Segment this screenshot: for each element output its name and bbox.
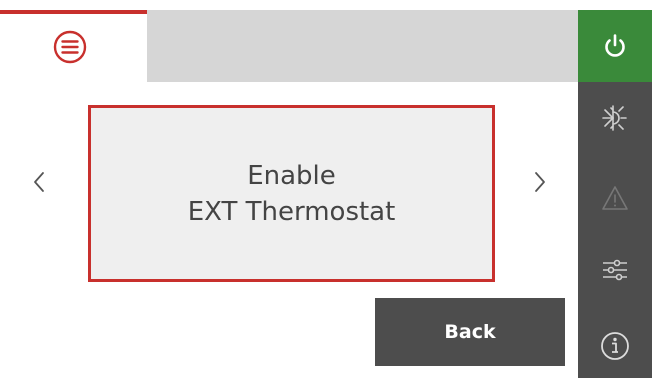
snowflake-sun-icon [602, 105, 627, 131]
sliders-icon [603, 259, 627, 281]
warnings-button[interactable] [578, 168, 652, 228]
option-label-line1: Enable [247, 160, 336, 191]
sidebar [578, 10, 652, 378]
chevron-right-icon [535, 172, 545, 192]
info-icon [601, 332, 629, 360]
next-option-button[interactable] [528, 160, 552, 204]
power-icon [605, 34, 625, 57]
back-button[interactable]: Back [375, 298, 565, 366]
chevron-left-icon [34, 172, 44, 192]
climate-mode-button[interactable] [578, 88, 652, 148]
settings-button[interactable] [578, 240, 652, 300]
tab-blank[interactable] [147, 10, 578, 82]
info-button[interactable] [578, 316, 652, 376]
menu-icon [53, 30, 87, 64]
previous-option-button[interactable] [27, 160, 51, 204]
tab-menu[interactable] [0, 0, 147, 82]
option-card[interactable]: Enable EXT Thermostat [88, 105, 495, 282]
option-label-line2: EXT Thermostat [187, 196, 396, 227]
active-tab-indicator [0, 10, 147, 14]
power-button[interactable] [578, 10, 652, 82]
warning-icon [602, 186, 628, 210]
